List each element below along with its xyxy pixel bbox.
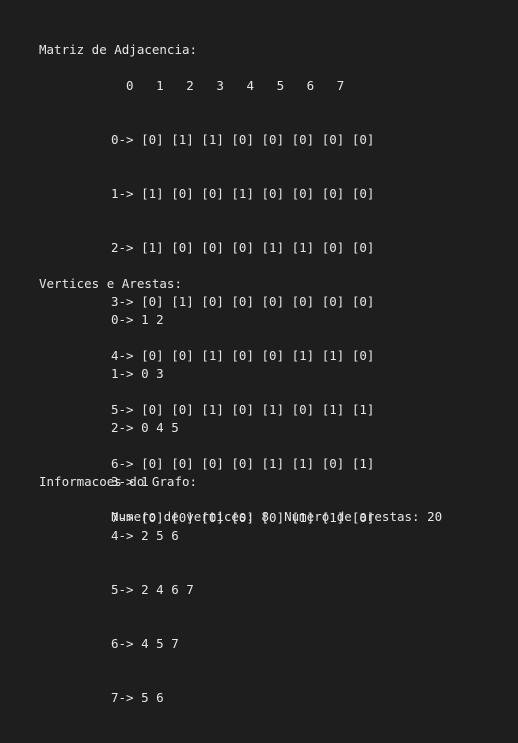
- terminal-output: Matriz de Adjacencia: 0 1 2 3 4 5 6 7 0-…: [0, 0, 518, 705]
- adjacency-row: 7-> 5 6: [111, 690, 164, 705]
- adjacency-row: 1-> 0 3: [111, 366, 164, 381]
- adjacency-row: 5-> 2 4 6 7: [111, 582, 194, 597]
- adjacency-row: 6-> 4 5 7: [111, 636, 179, 651]
- graph-summary: Numero de vertices: 8 Numero de arestas:…: [111, 509, 443, 524]
- matrix-row: 0-> [0] [1] [1] [0] [0] [0] [0] [0]: [111, 132, 375, 147]
- adjacency-row: 2-> 0 4 5: [111, 420, 179, 435]
- matrix-header: 0 1 2 3 4 5 6 7: [111, 78, 345, 93]
- matrix-row: 1-> [1] [0] [0] [1] [0] [0] [0] [0]: [111, 186, 375, 201]
- adjacency-row: 0-> 1 2: [111, 312, 164, 327]
